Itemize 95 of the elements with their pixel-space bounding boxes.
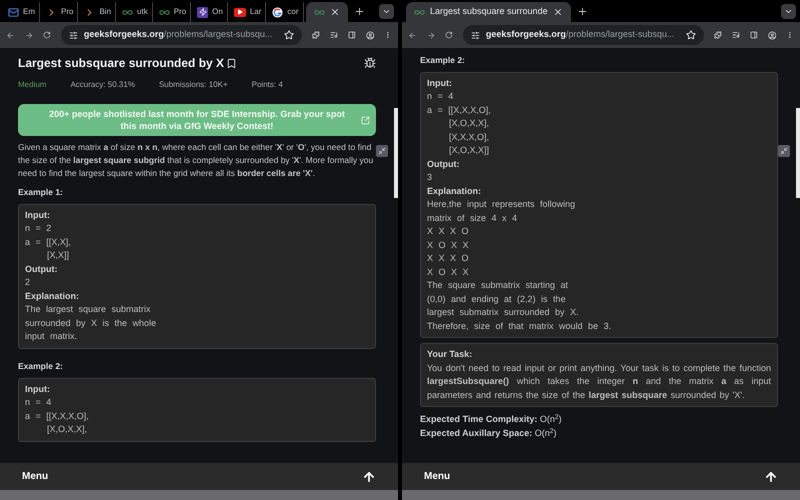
url-text: geeksforgeeks.org/problems/largest-subsqu... bbox=[84, 28, 272, 42]
site-info-icon[interactable] bbox=[68, 30, 78, 40]
url-text: geeksforgeeks.org/problems/largest-subsqu... bbox=[486, 28, 674, 42]
code-line: 3 bbox=[427, 171, 432, 184]
side-panel-icon[interactable] bbox=[750, 30, 758, 40]
code-line: largest submatrix surrounded by X. bbox=[427, 306, 579, 320]
forward-icon[interactable] bbox=[24, 30, 34, 40]
code-line: X O X X bbox=[427, 266, 469, 279]
code-line: Therefore, size of that matrix would be 3. bbox=[427, 320, 612, 333]
complexity-note: Expected Time Complexity: O(n$^{2}$) bbox=[420, 412, 562, 426]
code-line: X O X X bbox=[427, 238, 469, 252]
reload-icon[interactable] bbox=[445, 30, 453, 40]
code-line: input matrix. bbox=[25, 330, 78, 344]
code-line: X X X O bbox=[427, 225, 469, 238]
stat-label: Points: 4 bbox=[252, 79, 283, 91]
block-label: Input: bbox=[427, 76, 452, 90]
code-line: The square submatrix starting at bbox=[427, 279, 568, 292]
code-line: a = [[X,X,X,O], bbox=[25, 410, 89, 423]
stat-label: Accuracy: 50.31% bbox=[70, 79, 135, 91]
difficulty-label: Medium bbox=[18, 79, 46, 91]
extensions-icon[interactable] bbox=[714, 30, 722, 40]
block-label: Input: bbox=[25, 382, 50, 396]
section-heading: Example 2: bbox=[420, 54, 465, 67]
media-icon[interactable] bbox=[330, 30, 338, 40]
tab-search-button[interactable] bbox=[781, 4, 796, 19]
code-line: n = 2 bbox=[25, 222, 52, 236]
profile-icon[interactable] bbox=[366, 30, 374, 40]
chevron-down-icon bbox=[784, 7, 793, 16]
menu-button[interactable]: Menu bbox=[22, 469, 48, 484]
problem-description: Given a square matrix a of size n x n, where each cell can be either 'X' or 'O', you need to find the size of the largest square subgrid that is completely surrounded by 'X'. More formally you need to find the largest square within the grid where all its border cells are 'X'. bbox=[18, 141, 374, 180]
code-line: a = [[X,X], bbox=[25, 236, 71, 249]
block-label: Explanation: bbox=[25, 290, 80, 303]
address-bar[interactable]: geeksforgeeks.org/problems/largest-subsqu... bbox=[462, 25, 704, 45]
close-icon[interactable] bbox=[552, 7, 563, 17]
code-line: X X X O bbox=[427, 252, 469, 266]
bookmark-star-icon[interactable] bbox=[686, 30, 696, 40]
section-heading: Example 1: bbox=[18, 186, 63, 199]
stat-label: Submissions: 10K+ bbox=[158, 79, 228, 91]
reload-icon[interactable] bbox=[43, 30, 51, 40]
banner-text: 200+ people shotlisted last month for SDE Internship. Grab your spot this month via GfG Weekly Contest! bbox=[48, 108, 346, 132]
bug-icon[interactable] bbox=[364, 57, 376, 69]
code-line: surrounded by X is the whole bbox=[25, 316, 156, 330]
back-icon[interactable] bbox=[6, 30, 15, 40]
extensions-icon[interactable] bbox=[312, 30, 320, 40]
bolt-icon bbox=[197, 6, 208, 18]
code-line: (0,0) and ending at (2,2) is the bbox=[427, 292, 566, 306]
code-line: a = [[X,X,X,O], bbox=[427, 104, 491, 117]
site-info-icon[interactable] bbox=[470, 30, 480, 40]
browser-tab[interactable] bbox=[306, 2, 348, 22]
block-label: Your Task: bbox=[427, 348, 472, 362]
scroll-top-icon[interactable] bbox=[362, 470, 376, 484]
code-line: n = 4 bbox=[427, 90, 454, 104]
code-line: 2 bbox=[25, 276, 30, 290]
address-bar[interactable]: geeksforgeeks.org/problems/largest-subsqu... bbox=[60, 25, 302, 45]
block-label: Output: bbox=[427, 158, 460, 171]
code-line: n = 4 bbox=[25, 396, 52, 409]
widget-button[interactable] bbox=[778, 145, 790, 157]
mail-icon bbox=[8, 6, 19, 18]
complexity-note: Expected Auxillary Space: O(n$^{2}$) bbox=[420, 426, 556, 440]
widget-button[interactable] bbox=[376, 145, 388, 157]
shrink-icon bbox=[780, 147, 788, 155]
bookmark-star-icon[interactable] bbox=[284, 30, 294, 40]
code-line: [X,O,X,X]] bbox=[448, 144, 490, 158]
scroll-top-icon[interactable] bbox=[764, 470, 778, 484]
menu-button[interactable]: Menu bbox=[424, 469, 450, 484]
side-panel-icon[interactable] bbox=[348, 30, 356, 40]
code-line: [X,O,X,X], bbox=[46, 423, 88, 436]
profile-icon[interactable] bbox=[768, 30, 776, 40]
media-icon[interactable] bbox=[732, 30, 740, 40]
close-icon[interactable] bbox=[330, 7, 340, 17]
code-line: Here,the input represents following bbox=[427, 198, 576, 212]
back-icon[interactable] bbox=[408, 30, 417, 40]
ring-logo-icon bbox=[272, 6, 284, 18]
block-label: Input: bbox=[25, 208, 50, 222]
problem-title: Largest subsquare surrounded by X bbox=[18, 55, 224, 72]
browser-tab[interactable]: Largest subsquare surrounde bbox=[406, 2, 571, 22]
block-label: Output: bbox=[25, 262, 58, 276]
code-line: [X,O,X,X], bbox=[448, 117, 490, 130]
block-label: Explanation: bbox=[427, 184, 482, 198]
task-description: You don't need to read input or print anything. Your task is to complete the function largestSubsquare() which takes the integer n and the matrix a as input parameters and returns the size of the largest subsquare surrounded by 'X'. bbox=[427, 362, 771, 402]
section-heading: Example 2: bbox=[18, 360, 63, 372]
code-line: [X,X,X,O], bbox=[448, 130, 490, 144]
new-tab-icon[interactable] bbox=[576, 6, 588, 17]
forward-icon[interactable] bbox=[426, 30, 436, 40]
new-tab-icon[interactable] bbox=[354, 6, 364, 17]
scrollbar[interactable] bbox=[796, 108, 800, 198]
scrollbar[interactable] bbox=[394, 108, 398, 198]
shrink-icon bbox=[378, 147, 386, 155]
tab-search-button[interactable] bbox=[379, 4, 394, 19]
code-line: [X,X]] bbox=[46, 249, 70, 262]
code-line: matrix of size 4 x 4 bbox=[427, 212, 518, 225]
bookmark-icon[interactable] bbox=[226, 58, 238, 68]
play-icon bbox=[234, 8, 246, 16]
code-line: The largest square submatrix bbox=[25, 303, 151, 316]
chevron-down-icon bbox=[382, 7, 391, 16]
